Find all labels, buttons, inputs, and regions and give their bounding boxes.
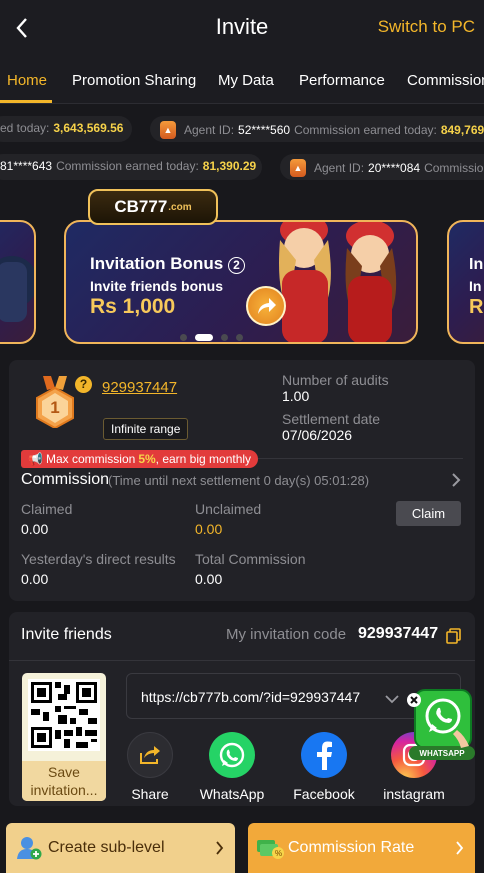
banner-amount: Rs 1,000 [90, 295, 176, 318]
instagram-label: instagram [383, 786, 445, 802]
carousel-dot-active[interactable] [195, 334, 213, 341]
commission-earned-label: Commission earned today: [56, 159, 199, 173]
agent-id-label: Agent ID: [184, 123, 235, 137]
qr-card[interactable]: Save invitation... [22, 673, 106, 801]
ticker-amount: 3,643,569.56 [53, 121, 124, 135]
claimed-label: Claimed [21, 501, 73, 517]
tab-commission[interactable]: Commission [407, 72, 484, 89]
tab-performance[interactable]: Performance [299, 72, 385, 89]
agent-medal-icon: ▲ [160, 121, 176, 139]
ticker-row-2: 81****643 Commission earned today: 81,39… [0, 152, 484, 182]
claimed-value: 0.00 [21, 521, 49, 537]
banner-characters-image [279, 222, 397, 342]
header-bar: Invite Switch to PC [0, 0, 484, 56]
megaphone-icon: 📢 [28, 452, 43, 466]
settlement-countdown: (Time until next settlement 0 day(s) 05:… [108, 473, 370, 488]
user-id[interactable]: 929937447 [102, 379, 177, 396]
commission-earned-label: Commission earned today: [294, 123, 437, 137]
agent-id: 20****084 [368, 161, 421, 175]
invitation-link: https://cb777b.com/?id=929937447 [141, 689, 361, 705]
ticker-amount: 849,769.2 [440, 123, 484, 137]
agent-medal-icon: ▲ [290, 159, 306, 177]
share-option-whatsapp[interactable]: WhatsApp [194, 732, 270, 802]
settlement-label: Settlement date [282, 411, 381, 427]
audits-value: 1.00 [282, 388, 310, 404]
help-question-icon[interactable]: ? [75, 376, 92, 393]
ticker-label: ed today: [0, 121, 50, 135]
chevron-right-icon[interactable] [451, 472, 461, 493]
unclaimed-value: 0.00 [195, 521, 223, 537]
ticker-row-1: ed today: 3,643,569.56 ▲ Agent ID: 52***… [0, 114, 484, 144]
add-user-icon [16, 835, 42, 866]
carousel-dot[interactable] [221, 334, 228, 341]
settlement-value: 07/06/2026 [282, 427, 353, 443]
infinite-range-badge: Infinite range [103, 418, 189, 440]
banner-prev[interactable] [0, 220, 36, 344]
chevron-right-icon [215, 841, 224, 860]
save-invitation-button[interactable]: Save invitation... [22, 761, 106, 801]
agent-id-label: Agent ID: [314, 161, 365, 175]
share-option-facebook[interactable]: Facebook [289, 732, 359, 802]
banner-share-arrow-icon[interactable] [246, 286, 286, 326]
agent-id: 81****643 [0, 159, 53, 173]
max-commission-banner: 📢 Max commission 5% , earn big monthly [21, 450, 259, 468]
commission-rate-label: Commission Rate [288, 839, 415, 856]
level-number: 1 [50, 398, 60, 417]
whatsapp-label: WhatsApp [199, 786, 265, 802]
banner-subtitle: Invite friends bonus [90, 278, 224, 294]
carousel-dots [180, 334, 243, 341]
facebook-icon [301, 732, 347, 778]
cb777-logo: CB777 .com [88, 189, 218, 225]
share-icon [127, 732, 173, 778]
invitation-code: 929937447 [358, 625, 439, 642]
yesterday-label: Yesterday's direct results [21, 551, 176, 567]
whatsapp-float-button[interactable]: WHATSAPP [407, 688, 477, 764]
active-tab-underline [0, 100, 52, 103]
tab-bar: Home Promotion Sharing My Data Performan… [0, 56, 484, 104]
chevron-down-icon[interactable] [385, 691, 399, 707]
carousel-dot[interactable] [180, 334, 187, 341]
share-label: Share [131, 786, 169, 802]
switch-to-pc-link[interactable]: Switch to PC [378, 17, 475, 37]
money-percent-icon: % [256, 836, 284, 865]
banner-carousel[interactable]: Invitation Bonus 2 Invite friends bonus … [0, 185, 484, 350]
create-sub-level-label: Create sub-level [48, 839, 165, 856]
audits-label: Number of audits [282, 372, 389, 388]
share-option-share[interactable]: Share [125, 732, 175, 802]
chevron-right-icon [455, 841, 464, 860]
invite-panel: Invite friends My invitation code 929937… [9, 612, 475, 806]
qr-code-image [28, 679, 100, 751]
commission-earned-label: Commissio [424, 161, 484, 175]
banner-next[interactable]: In In R [447, 220, 484, 344]
whatsapp-icon [209, 732, 255, 778]
whatsapp-float-label: WHATSAPP [419, 749, 465, 758]
invite-screen: { "header": {"title": "Invite", "switch_… [0, 0, 484, 873]
account-panel: 1 ? 929937447 Infinite range Number of a… [9, 360, 475, 601]
agent-id: 52****560 [238, 123, 291, 137]
facebook-label: Facebook [293, 786, 355, 802]
svg-text:%: % [275, 849, 282, 858]
invitation-code-label: My invitation code [226, 626, 347, 643]
carousel-dot[interactable] [236, 334, 243, 341]
yesterday-value: 0.00 [21, 571, 49, 587]
commission-title: Commission [21, 471, 110, 488]
create-sub-level-button[interactable]: Create sub-level [6, 823, 235, 873]
total-commission-label: Total Commission [195, 551, 306, 567]
banner-invitation-bonus[interactable]: Invitation Bonus 2 Invite friends bonus … [64, 220, 418, 344]
banner-title-number: 2 [227, 257, 245, 274]
commission-rate-button[interactable]: % Commission Rate [248, 823, 475, 873]
claim-button[interactable]: Claim [396, 501, 461, 526]
divider [9, 660, 475, 661]
unclaimed-label: Unclaimed [195, 501, 262, 517]
total-commission-value: 0.00 [195, 571, 223, 587]
ticker-amount: 81,390.29 [202, 159, 257, 173]
copy-icon[interactable] [446, 628, 461, 649]
invite-title: Invite friends [21, 626, 112, 643]
tab-my-data[interactable]: My Data [218, 72, 274, 89]
tab-home[interactable]: Home [7, 72, 47, 89]
banner-title: Invitation Bonus [90, 254, 224, 273]
tab-promotion-sharing[interactable]: Promotion Sharing [72, 72, 196, 89]
